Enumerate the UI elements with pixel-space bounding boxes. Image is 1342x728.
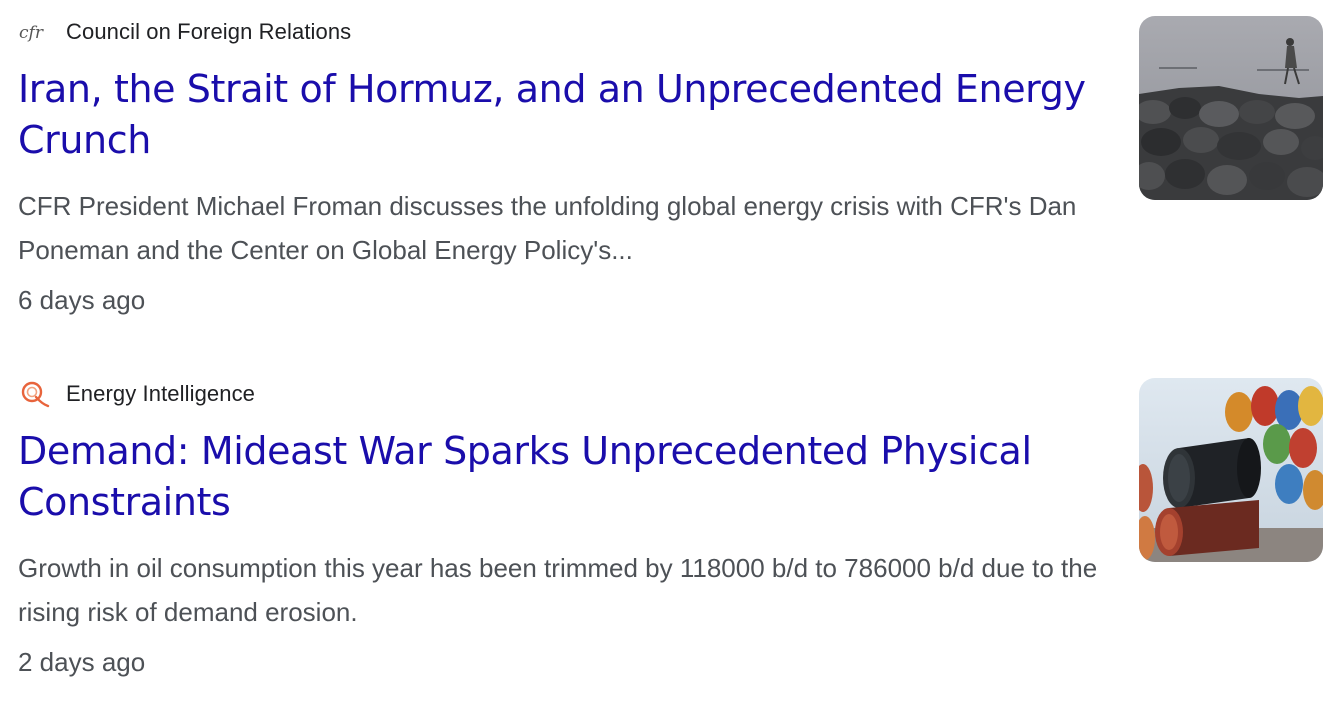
cfr-logo-icon: cfr bbox=[18, 16, 50, 48]
news-result-item: Energy Intelligence Demand: Mideast War … bbox=[0, 362, 1342, 724]
source-row[interactable]: Energy Intelligence bbox=[18, 376, 255, 412]
result-snippet: CFR President Michael Froman discusses t… bbox=[18, 191, 1077, 265]
rocky-shore-image bbox=[1139, 16, 1323, 200]
result-snippet: Growth in oil consumption this year has … bbox=[18, 553, 1098, 627]
result-timestamp: 2 days ago bbox=[18, 647, 146, 677]
result-title-link[interactable]: Iran, the Strait of Hormuz, and an Unpre… bbox=[18, 64, 1098, 166]
oil-barrels-thumbnail[interactable] bbox=[1139, 378, 1323, 562]
oil-barrels-image bbox=[1139, 378, 1323, 562]
source-name: Council on Foreign Relations bbox=[66, 19, 352, 44]
news-result-item: cfr Council on Foreign Relations Iran, t… bbox=[0, 0, 1342, 362]
result-timestamp: 6 days ago bbox=[18, 285, 146, 315]
cfr-logo-svg: cfr bbox=[19, 23, 44, 43]
source-row[interactable]: cfr Council on Foreign Relations bbox=[18, 14, 351, 50]
result-title-link[interactable]: Demand: Mideast War Sparks Unprecedented… bbox=[18, 426, 1098, 528]
energy-intelligence-logo-svg bbox=[21, 381, 50, 408]
news-results-list: cfr Council on Foreign Relations Iran, t… bbox=[0, 0, 1342, 724]
cfr-logo-text: cfr bbox=[19, 23, 44, 43]
energy-intelligence-logo-icon bbox=[18, 378, 50, 410]
rocky-shore-thumbnail[interactable] bbox=[1139, 16, 1323, 200]
source-name: Energy Intelligence bbox=[66, 381, 256, 406]
